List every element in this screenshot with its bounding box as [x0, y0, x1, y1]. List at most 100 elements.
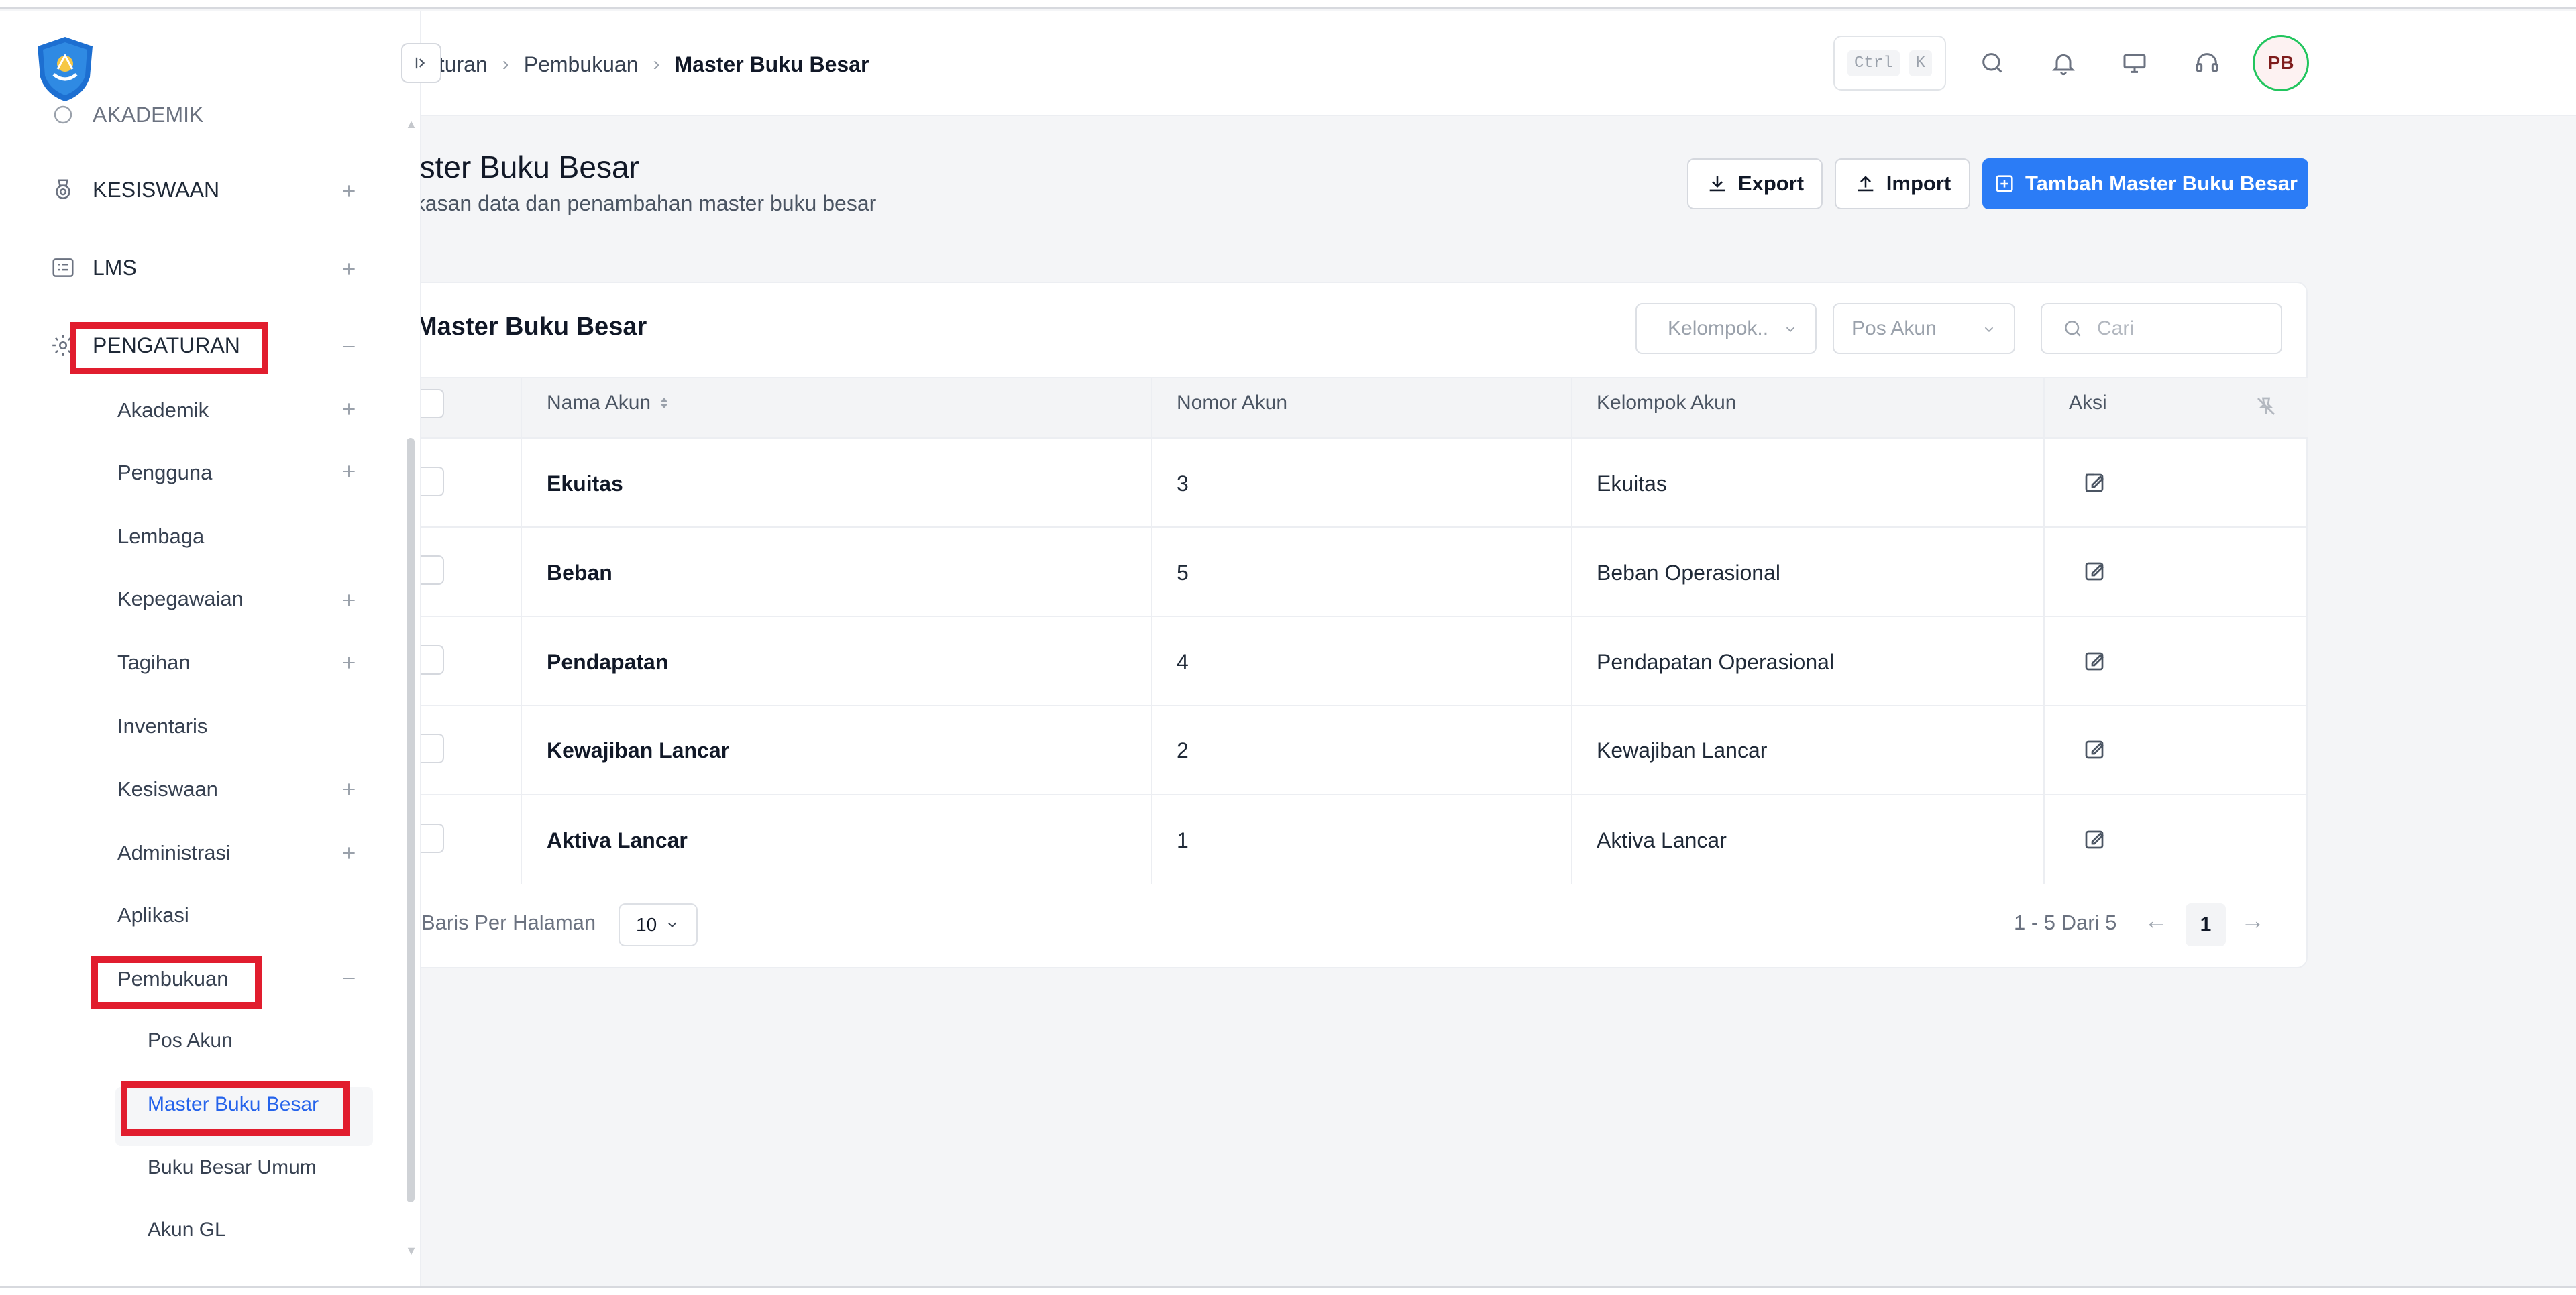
sidebar-item-label: AKADEMIK — [93, 102, 204, 127]
highlight-box-pembukuan — [91, 956, 262, 1009]
breadcrumb-item-pembukuan[interactable]: Pembukuan — [524, 52, 639, 77]
cell-kelompok-akun: Kewajiban Lancar — [1597, 738, 1768, 763]
export-button[interactable]: Export — [1687, 158, 1823, 209]
table-row[interactable] — [402, 795, 2308, 885]
collapse-minus-icon[interactable] — [337, 335, 361, 359]
breadcrumb-current: Master Buku Besar — [674, 52, 869, 76]
rows-per-page-label: Baris Per Halaman — [421, 911, 596, 934]
sidebar-subitem-buku-besar-umum[interactable]: Buku Besar Umum — [148, 1156, 317, 1179]
expand-plus-icon[interactable] — [337, 651, 361, 675]
sidebar-subitem-kepegawaian[interactable]: Kepegawaian — [117, 587, 244, 611]
monitor-icon[interactable] — [2114, 43, 2155, 83]
edit-icon[interactable] — [2081, 736, 2108, 763]
upload-icon — [1858, 176, 1874, 192]
highlight-box-pengaturan — [70, 322, 268, 374]
cell-nomor-akun: 4 — [1177, 650, 1189, 674]
table-row[interactable] — [402, 528, 2308, 617]
search-icon[interactable] — [1972, 43, 2012, 83]
search-icon — [2065, 321, 2081, 337]
cell-kelompok-akun: Beban Operasional — [1597, 561, 1780, 585]
import-button[interactable]: Import — [1835, 158, 1970, 209]
filter-pos-akun-select[interactable]: Pos Akun — [1833, 303, 2015, 354]
sidebar-subitem-administrasi[interactable]: Administrasi — [117, 841, 231, 865]
expand-plus-icon[interactable] — [337, 777, 361, 801]
command-palette-shortcut[interactable]: Ctrl K — [1833, 36, 1946, 91]
cell-kelompok-akun: Ekuitas — [1597, 471, 1667, 496]
column-header-nama-akun[interactable]: Nama Akun — [547, 392, 671, 414]
expand-plus-icon[interactable] — [337, 459, 361, 484]
expand-plus-icon[interactable] — [337, 179, 361, 203]
cell-kelompok-akun: Pendapatan Operasional — [1597, 650, 1835, 674]
add-master-buku-besar-button[interactable]: Tambah Master Buku Besar — [1982, 158, 2308, 209]
edit-icon[interactable] — [2081, 648, 2108, 675]
expand-plus-icon[interactable] — [337, 397, 361, 421]
breadcrumb-separator-icon: › — [502, 53, 509, 75]
sidebar-subitem-kesiswaan[interactable]: Kesiswaan — [117, 777, 218, 801]
cell-nomor-akun: 5 — [1177, 561, 1189, 585]
sidebar-item-kesiswaan[interactable]: KESISWAAN — [48, 175, 219, 205]
import-label: Import — [1886, 172, 1951, 195]
akademik-icon — [48, 100, 78, 129]
cell-nomor-akun: 1 — [1177, 828, 1189, 852]
collapse-minus-icon[interactable] — [337, 966, 361, 991]
table-row[interactable] — [402, 439, 2308, 528]
sidebar-scroll-thumb[interactable] — [407, 438, 415, 1202]
pin-off-icon[interactable] — [2254, 394, 2278, 418]
sidebar-subitem-inventaris[interactable]: Inventaris — [117, 714, 207, 738]
sidebar-item-label: LMS — [93, 255, 137, 280]
sidebar-collapse-button[interactable] — [401, 43, 441, 83]
edit-icon[interactable] — [2081, 469, 2108, 496]
cell-nama-akun: Aktiva Lancar — [547, 828, 688, 852]
sidebar-subitem-pengguna[interactable]: Pengguna — [117, 461, 212, 485]
expand-plus-icon[interactable] — [337, 841, 361, 865]
bottom-border — [0, 1286, 2576, 1295]
cell-kelompok-akun: Aktiva Lancar — [1597, 828, 1727, 852]
chevron-down-icon — [668, 922, 677, 928]
search-input[interactable] — [2097, 317, 2265, 340]
cell-nama-akun: Ekuitas — [547, 471, 623, 496]
user-avatar[interactable]: PB — [2253, 35, 2309, 91]
plus-square-icon — [1996, 175, 2013, 192]
rows-per-page-select[interactable]: 10 — [619, 903, 698, 946]
edit-icon[interactable] — [2081, 558, 2108, 585]
sidebar-item-akademik[interactable]: AKADEMIK — [48, 100, 203, 129]
column-header-label: Nama Akun — [547, 392, 651, 414]
column-header-nomor-akun: Nomor Akun — [1177, 392, 1288, 414]
page-subtitle: gkasan data dan penambahan master buku b… — [402, 191, 877, 215]
column-header-kelompok-akun: Kelompok Akun — [1597, 392, 1737, 414]
sidebar-subitem-akun-gl[interactable]: Akun GL — [148, 1219, 226, 1241]
bell-icon[interactable] — [2043, 43, 2084, 83]
edit-icon[interactable] — [2081, 826, 2108, 853]
cell-nomor-akun: 3 — [1177, 471, 1189, 496]
page-number-current[interactable]: 1 — [2186, 903, 2226, 946]
next-page-arrow-icon[interactable]: → — [2241, 907, 2265, 935]
scroll-down-arrow-icon[interactable]: ▼ — [405, 1244, 417, 1257]
sidebar-subitem-lembaga[interactable]: Lembaga — [117, 524, 204, 549]
export-label: Export — [1737, 172, 1805, 195]
search-field[interactable] — [2041, 303, 2282, 354]
prev-page-arrow-icon[interactable]: ← — [2144, 907, 2168, 935]
table-row[interactable] — [402, 617, 2308, 706]
sidebar-subitem-aplikasi[interactable]: Aplikasi — [117, 903, 189, 927]
cell-nama-akun: Kewajiban Lancar — [547, 738, 730, 763]
sidebar-subitem-akademik[interactable]: Akademik — [117, 398, 209, 423]
card-title: Master Buku Besar — [416, 313, 647, 341]
download-icon — [1709, 176, 1725, 192]
expand-plus-icon[interactable] — [337, 257, 361, 281]
sidebar-subitem-pos-akun[interactable]: Pos Akun — [148, 1029, 233, 1052]
table-header — [402, 377, 2308, 439]
breadcrumb-separator-icon: › — [653, 53, 660, 75]
logo — [38, 37, 93, 101]
add-label: Tambah Master Buku Besar — [2025, 172, 2298, 195]
expand-plus-icon[interactable] — [337, 588, 361, 612]
column-header-aksi: Aksi — [2069, 392, 2107, 414]
cell-nama-akun: Pendapatan — [547, 650, 669, 674]
medal-icon — [48, 175, 78, 205]
sidebar-subitem-tagihan[interactable]: Tagihan — [117, 651, 191, 675]
filter-kelompok-select[interactable]: Kelompok.. — [1635, 303, 1817, 354]
cell-nama-akun: Beban — [547, 561, 612, 585]
sidebar-item-lms[interactable]: LMS — [48, 253, 137, 282]
filter-pos-akun-value: Pos Akun — [1851, 317, 1937, 339]
headset-icon[interactable] — [2187, 43, 2227, 83]
page-title: aster Buku Besar — [402, 150, 639, 184]
